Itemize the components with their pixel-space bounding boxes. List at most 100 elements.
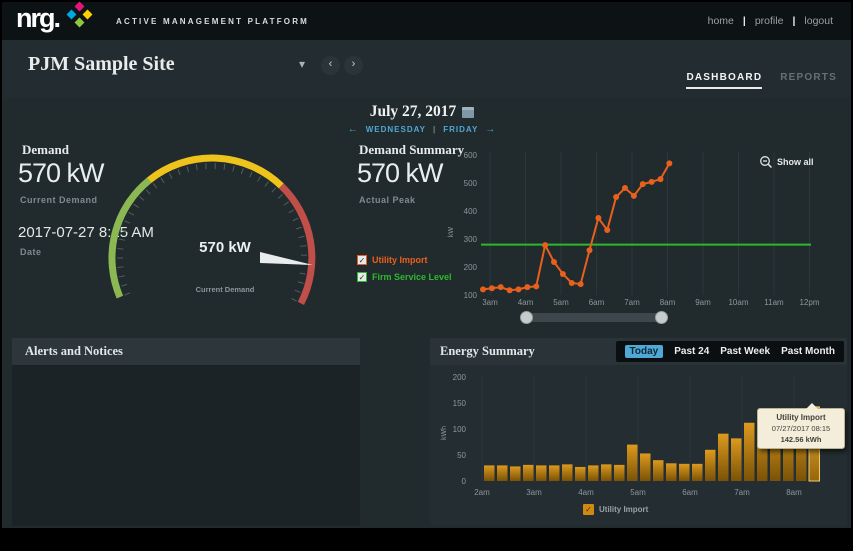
svg-text:400: 400 [464,207,478,216]
prev-day-arrow-icon[interactable]: ← [348,124,359,135]
next-day-link[interactable]: FRIDAY [443,125,478,134]
site-bar: PJM Sample Site ▾ ‹ › DASHBOARD REPORTS [2,40,851,98]
tooltip-value: 142.56 kWh [780,435,822,444]
svg-text:6am: 6am [682,488,698,497]
dashboard-page: nrg. ACTIVE MANAGEMENT PLATFORM home | p… [0,0,853,551]
svg-text:8am: 8am [660,298,676,307]
range-button-past-week[interactable]: Past Week [720,346,770,357]
energy-chart-ylabel: kWh [441,426,448,440]
svg-text:100: 100 [464,291,478,300]
svg-text:50: 50 [457,451,466,460]
bar-tooltip: Utility Import 07/27/2017 08:15 142.56 k… [757,403,845,449]
day-nav: ← WEDNESDAY | FRIDAY → [322,124,522,135]
slider-track[interactable] [526,313,662,322]
demand-gauge: 570 kW Current Demand [108,154,316,305]
nrg-star-icon [66,1,93,28]
legend-utility-import[interactable]: ✓ Utility Import [357,255,428,265]
tab-dashboard[interactable]: DASHBOARD [686,72,763,89]
star-diamond-yellow [82,9,93,20]
site-name: PJM Sample Site [28,53,175,75]
energy-summary-panel: Energy Summary Today Past 24 Past Week P… [430,338,847,526]
energy-summary-body: kWh 2am 3am 4am 5am 6am 7am 8am 0 50 100 150 200 ✓ … [430,365,847,526]
svg-text:500: 500 [464,179,478,188]
nav-logout[interactable]: logout [804,15,833,27]
svg-text:4am: 4am [518,298,534,307]
svg-text:300: 300 [464,235,478,244]
svg-text:5am: 5am [630,488,646,497]
tooltip-pointer [806,403,818,409]
svg-text:7am: 7am [734,488,750,497]
date-nav: July 27, 2017 ← WEDNESDAY | FRIDAY → [322,103,522,135]
time-range-slider [520,311,668,325]
tab-reports[interactable]: REPORTS [780,72,837,89]
platform-title: ACTIVE MANAGEMENT PLATFORM [116,17,310,26]
svg-text:7am: 7am [624,298,640,307]
svg-text:9am: 9am [695,298,711,307]
energy-legend-utility-import[interactable]: ✓ Utility Import [583,504,648,515]
svg-text:11am: 11am [764,298,784,307]
gauge-arc-green [108,177,152,299]
svg-text:150: 150 [453,399,467,408]
site-dropdown-chevron-icon[interactable]: ▾ [299,57,305,71]
gauge-label: Current Demand [196,285,255,294]
energy-summary-title: Energy Summary [440,344,535,358]
svg-text:3am: 3am [482,298,498,307]
next-day-arrow-icon[interactable]: → [485,124,496,135]
svg-text:2am: 2am [474,488,490,497]
range-button-past-24[interactable]: Past 24 [674,346,709,357]
alerts-title: Alerts and Notices [12,338,360,365]
show-all-button[interactable]: Show all [759,155,814,169]
svg-text:200: 200 [453,373,467,382]
gauge-needle [260,252,313,265]
show-all-label: Show all [777,157,814,167]
svg-text:100: 100 [453,425,467,434]
nav-separator: | [742,15,746,27]
nrg-logo: nrg. [16,3,61,33]
svg-text:10am: 10am [728,298,748,307]
svg-text:6am: 6am [589,298,605,307]
prev-day-link[interactable]: WEDNESDAY [366,125,426,134]
energy-summary-header: Energy Summary Today Past 24 Past Week P… [430,338,847,365]
star-diamond-blue [66,9,77,20]
slider-handle-right[interactable] [655,311,668,324]
site-prev-button[interactable]: ‹ [321,56,340,75]
tooltip-title: Utility Import [776,413,826,422]
svg-text:200: 200 [464,263,478,272]
calendar-icon[interactable] [462,106,475,118]
energy-legend-label: Utility Import [599,505,649,514]
svg-text:3am: 3am [526,488,542,497]
legend-firm-service-level[interactable]: ✓ Firm Service Level [357,272,452,282]
current-date: July 27, 2017 [369,103,457,120]
main-content: July 27, 2017 ← WEDNESDAY | FRIDAY → Dem… [2,98,851,528]
alerts-panel: Alerts and Notices [12,338,360,526]
svg-text:8am: 8am [786,488,802,497]
star-diamond-green [74,17,85,28]
gauge-arc-yellow [146,154,284,189]
svg-text:600: 600 [464,151,478,160]
utility-import-label: Utility Import [372,255,428,265]
energy-range-buttons: Today Past 24 Past Week Past Month [615,341,844,362]
zoom-out-icon [760,156,773,169]
actual-peak-value: 570 kW [357,158,444,188]
nav-home[interactable]: home [708,15,734,27]
energy-legend-checkbox[interactable]: ✓ [583,504,594,515]
firm-service-level-label: Firm Service Level [372,272,452,282]
site-next-button[interactable]: › [344,56,363,75]
demand-summary-chart[interactable]: kW 3am 4am 5am 6am 7am 8am 9am 10am 11am 12pm 100 2… [443,148,847,326]
nav-separator: | [792,15,796,27]
svg-text:0: 0 [462,477,467,486]
firm-service-level-checkbox[interactable]: ✓ [357,272,367,282]
range-button-today[interactable]: Today [624,345,664,358]
day-separator: | [432,125,437,134]
utility-import-checkbox[interactable]: ✓ [357,255,367,265]
range-button-past-month[interactable]: Past Month [781,346,835,357]
star-diamond-pink [74,1,85,12]
nav-profile[interactable]: profile [755,15,784,27]
alerts-body [12,365,360,526]
slider-handle-left[interactable] [520,311,533,324]
svg-text:4am: 4am [578,488,594,497]
main-tabs: DASHBOARD REPORTS [686,72,837,89]
actual-peak-label: Actual Peak [359,195,416,205]
svg-text:5am: 5am [553,298,569,307]
tooltip-datetime: 07/27/2017 08:15 [771,424,831,433]
